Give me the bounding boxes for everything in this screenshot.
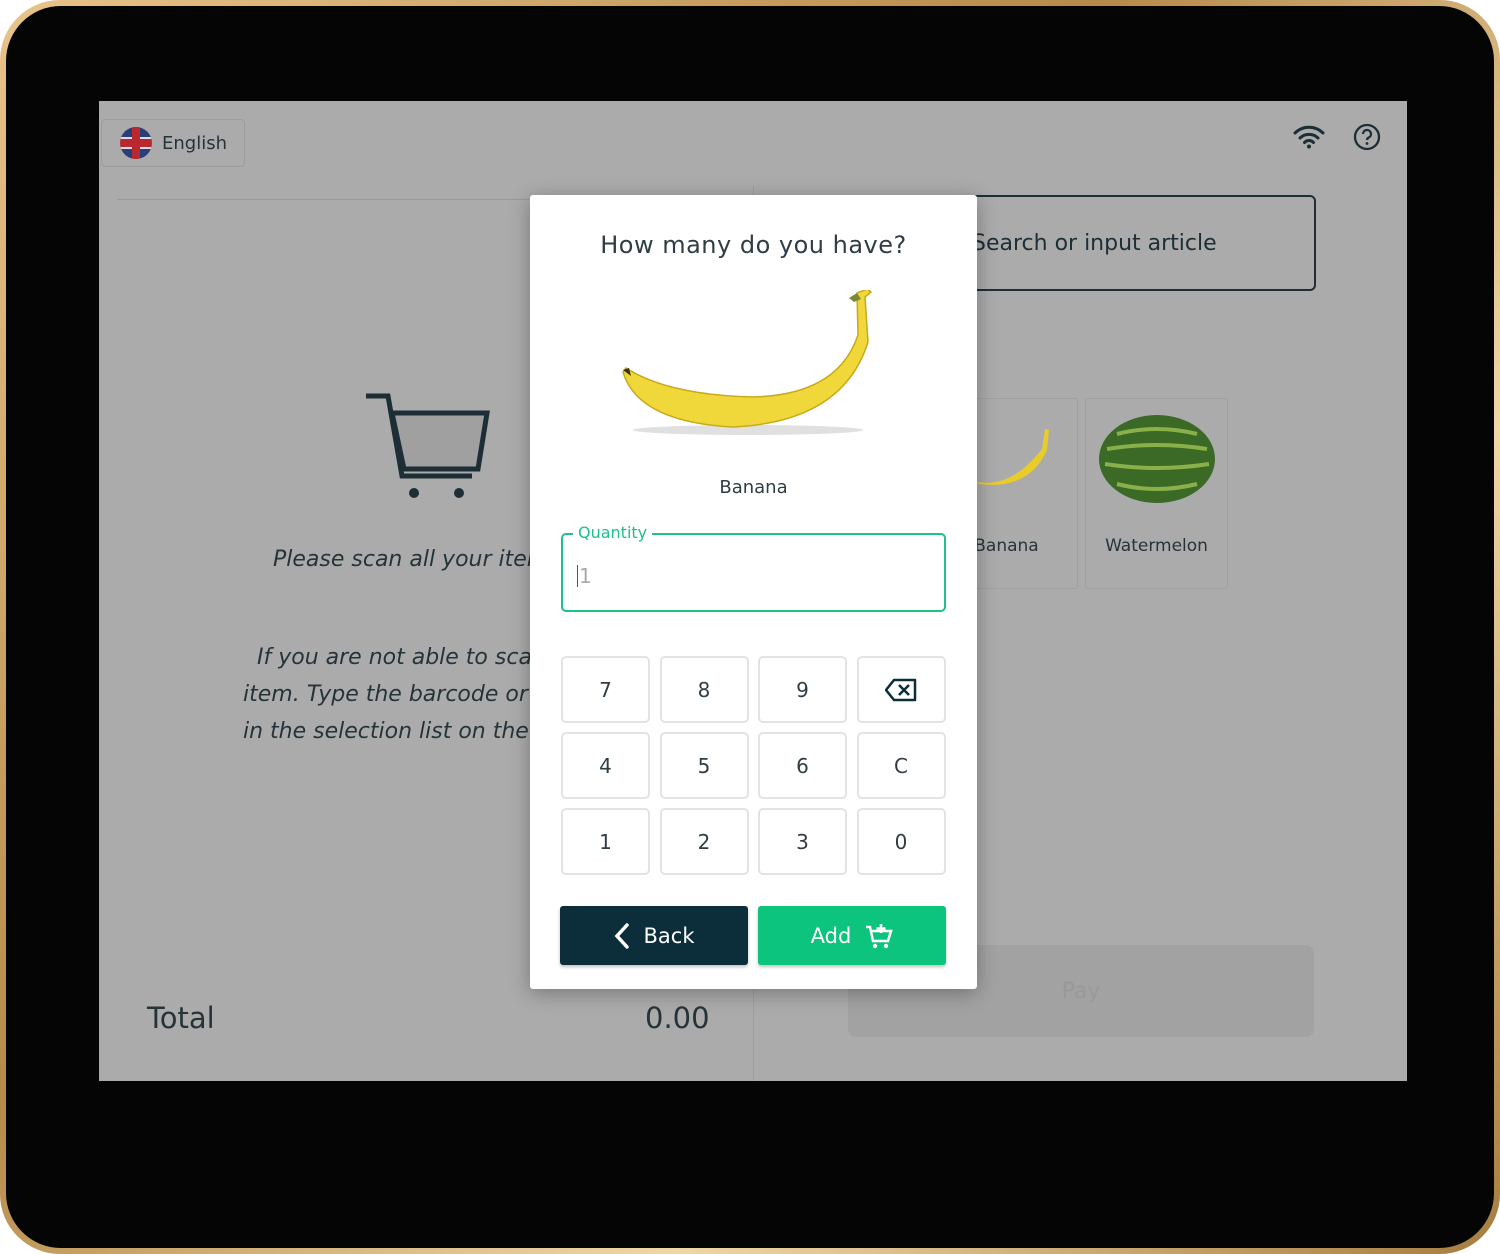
wifi-icon[interactable]	[1293, 125, 1325, 149]
uk-flag-icon	[120, 127, 152, 159]
cart-add-icon	[866, 923, 894, 948]
watermelon-image	[1098, 415, 1215, 503]
key-5[interactable]: 5	[659, 732, 749, 799]
key-9[interactable]: 9	[758, 656, 847, 723]
cart-icon	[366, 393, 490, 498]
clear-button[interactable]: C	[856, 732, 946, 799]
key-2[interactable]: 2	[659, 808, 749, 875]
backspace-icon	[885, 678, 917, 701]
numeric-keypad: 7 8 9 4 5 6 C 1 2 3 0	[561, 656, 946, 875]
total-label: Total	[147, 1001, 215, 1035]
quantity-label: Quantity	[573, 523, 653, 542]
add-label: Add	[810, 923, 852, 948]
key-8[interactable]: 8	[659, 656, 749, 723]
language-label: English	[162, 132, 227, 154]
banana-image	[622, 290, 873, 435]
pay-label: Pay	[1061, 978, 1101, 1004]
help-icon[interactable]	[1353, 123, 1381, 151]
quantity-value: 1	[577, 564, 592, 588]
back-button[interactable]: Back	[560, 906, 748, 965]
back-label: Back	[643, 923, 695, 948]
key-1[interactable]: 1	[561, 808, 650, 875]
key-0[interactable]: 0	[856, 808, 946, 875]
quantity-input[interactable]: Quantity 1	[561, 523, 946, 612]
chevron-left-icon	[614, 922, 629, 949]
language-selector[interactable]: English	[101, 119, 245, 167]
key-6[interactable]: 6	[758, 732, 847, 799]
dialog-title: How many do you have?	[600, 231, 907, 259]
search-placeholder: Search or input article	[972, 230, 1217, 256]
product-tile-watermelon[interactable]: Watermelon	[1085, 398, 1228, 589]
backspace-button[interactable]	[856, 656, 946, 723]
key-4[interactable]: 4	[561, 732, 650, 799]
add-button[interactable]: Add	[758, 906, 946, 965]
product-name: Watermelon	[1105, 536, 1208, 556]
key-3[interactable]: 3	[758, 808, 847, 875]
total-value: 0.00	[645, 1001, 710, 1035]
product-name: Banana	[719, 477, 788, 498]
quantity-dialog: How many do you have? Banana Quantity 1 …	[530, 195, 977, 989]
key-7[interactable]: 7	[561, 656, 650, 723]
